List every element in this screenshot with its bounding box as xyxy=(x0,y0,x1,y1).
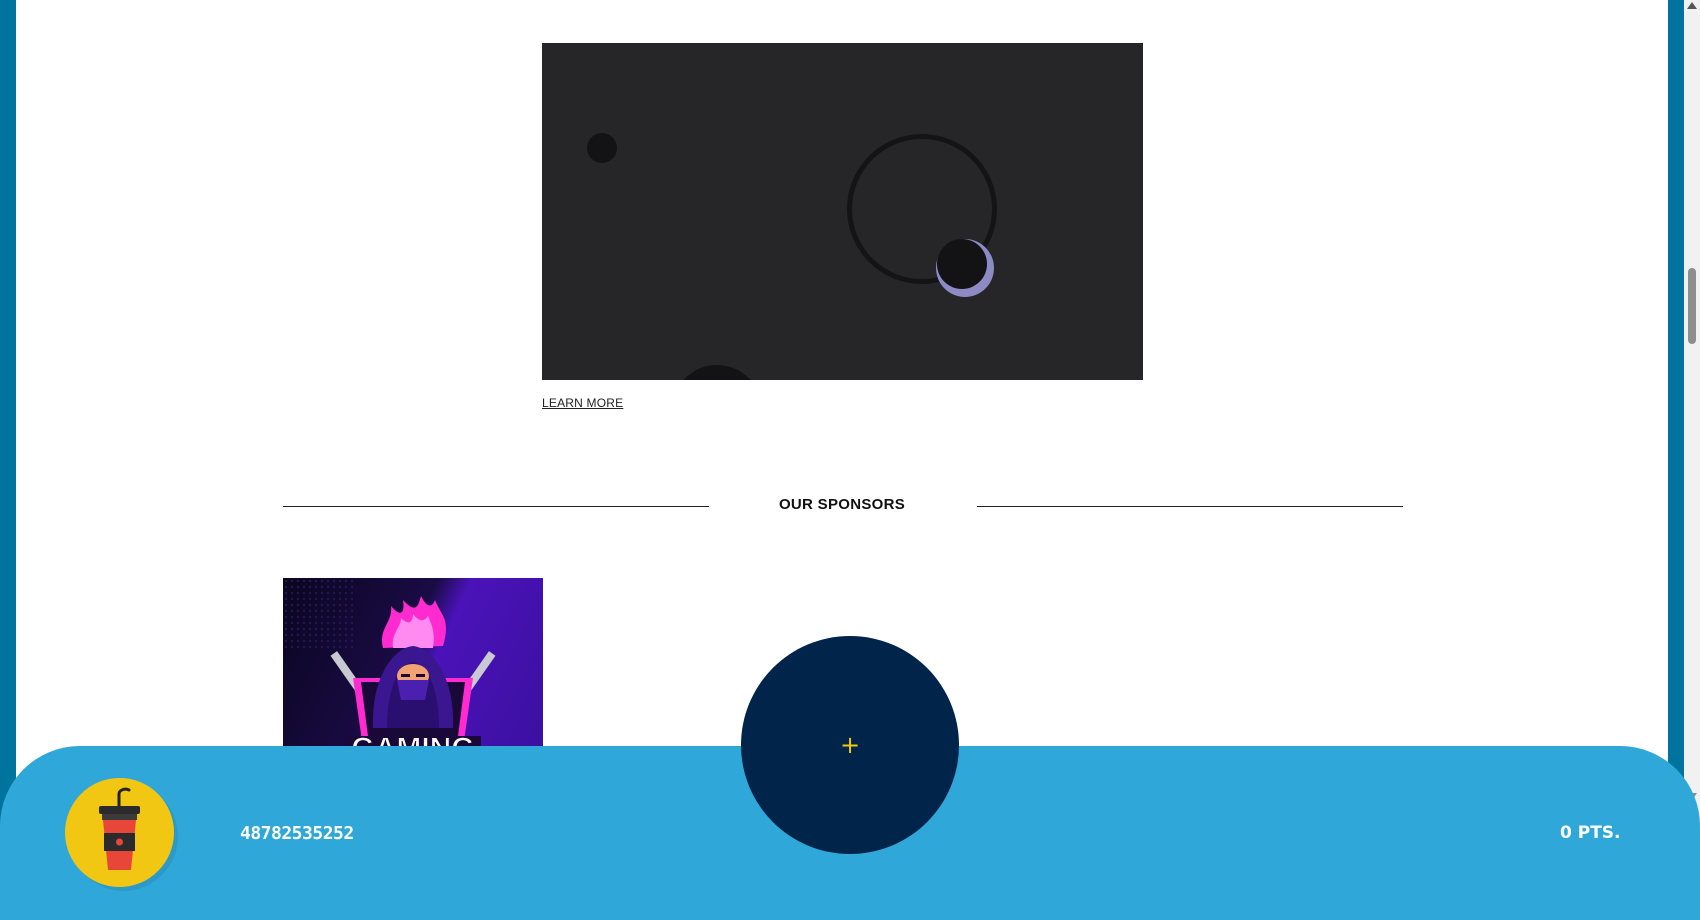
decorative-circle xyxy=(587,133,617,163)
decorative-moon-shadow xyxy=(937,239,987,289)
decorative-circle xyxy=(672,365,762,380)
plus-icon: + xyxy=(839,731,861,759)
add-button[interactable]: + xyxy=(741,636,959,854)
scroll-up-icon[interactable] xyxy=(1687,2,1697,9)
points-counter: 0 PTS. xyxy=(1560,823,1621,843)
sponsor-logo[interactable]: GAMING xyxy=(283,578,543,758)
learn-more-link[interactable]: LEARN MORE xyxy=(542,396,623,410)
user-id: 48782535252 xyxy=(240,823,354,844)
divider-right xyxy=(977,506,1403,507)
divider-left xyxy=(283,506,709,507)
ninja-mascot-icon: GAMING xyxy=(283,578,496,758)
drink-cup-icon[interactable] xyxy=(65,778,174,887)
scrollbar-thumb[interactable] xyxy=(1688,268,1696,344)
media-banner[interactable] xyxy=(542,43,1143,380)
section-title: OUR SPONSORS xyxy=(778,496,906,513)
